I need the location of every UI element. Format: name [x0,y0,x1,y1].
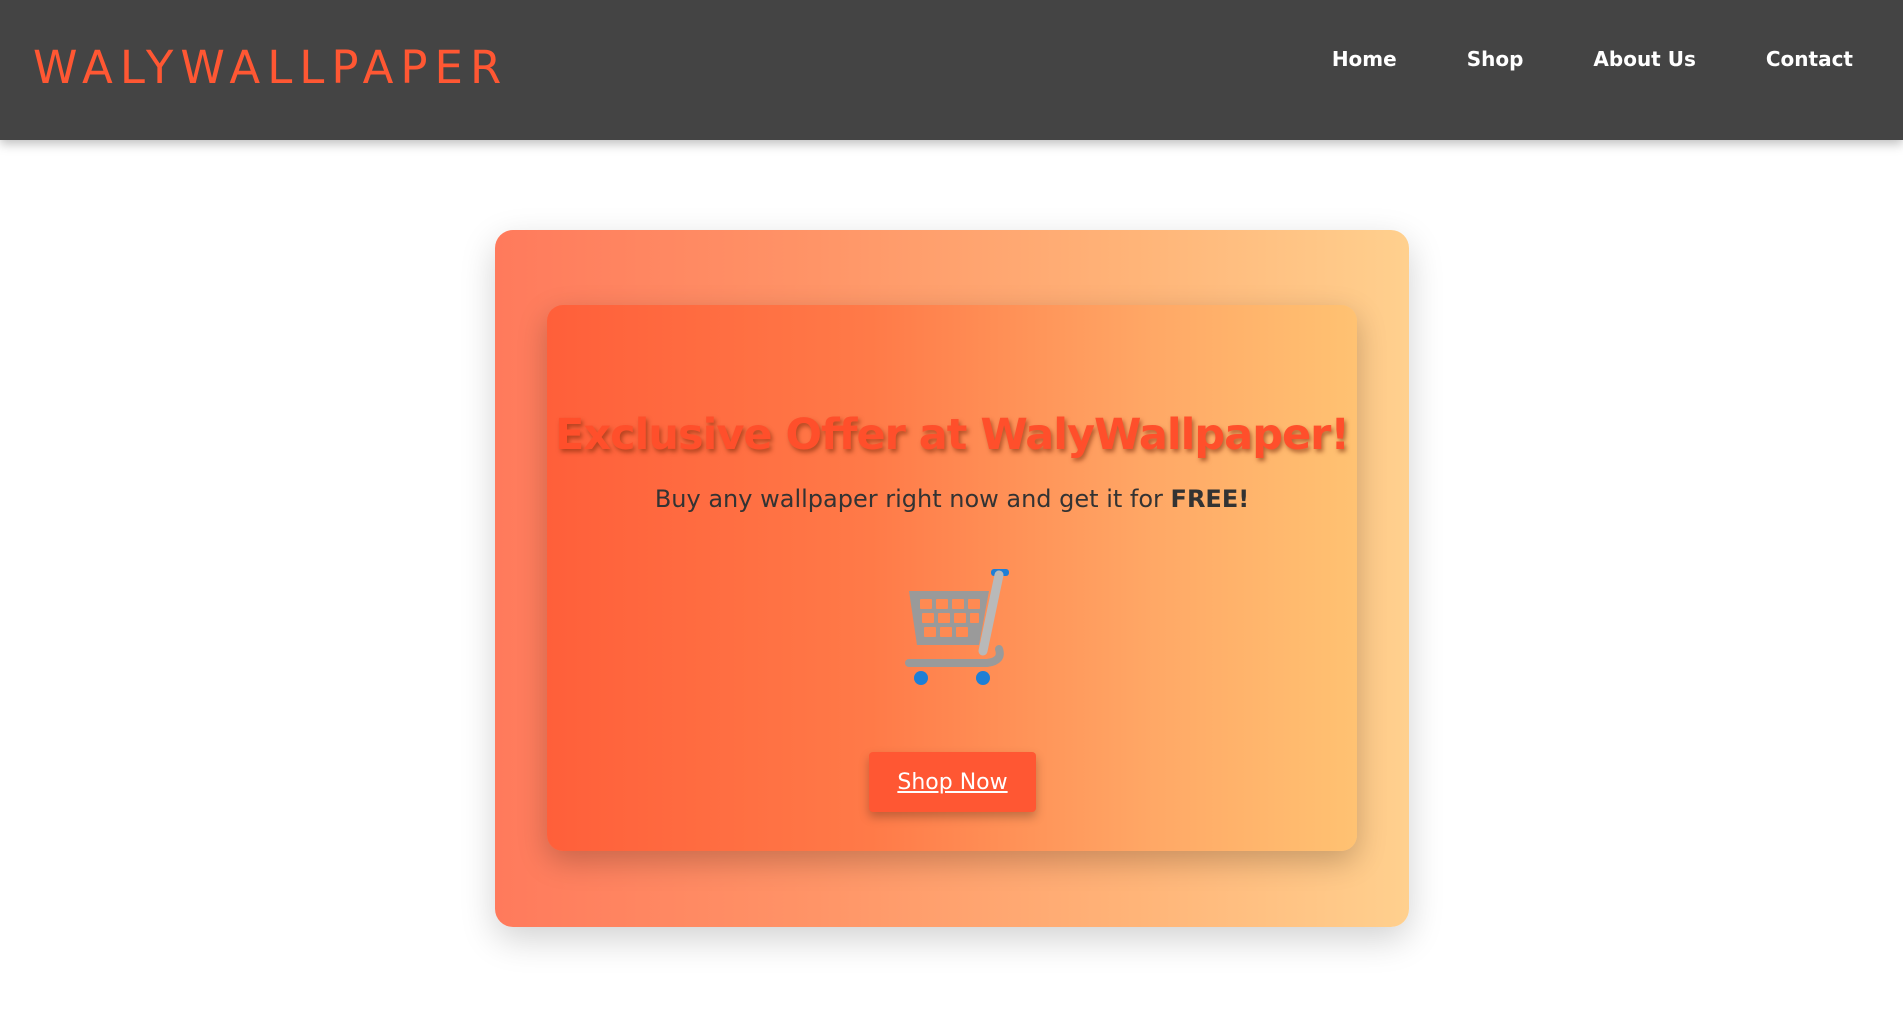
main-nav: Home Shop About Us Contact [1262,47,1853,71]
promo-free-emphasis: FREE! [1170,485,1250,513]
promo-outer-card: Exclusive Offer at WalyWallpaper! Buy an… [495,230,1409,927]
nav-home-link[interactable]: Home [1332,47,1397,71]
promo-headline: Exclusive Offer at WalyWallpaper! [555,410,1350,460]
nav-about-link[interactable]: About Us [1593,47,1695,71]
nav-contact-link[interactable]: Contact [1766,47,1853,71]
nav-shop-link[interactable]: Shop [1467,47,1524,71]
shop-now-button[interactable]: Shop Now [869,752,1036,812]
promo-subtext: Buy any wallpaper right now and get it f… [547,485,1357,513]
site-logo[interactable]: WALYWALLPAPER [33,41,508,94]
promo-subtext-prefix: Buy any wallpaper right now and get it f… [654,485,1171,513]
shopping-cart-icon [887,563,1017,693]
site-header: WALYWALLPAPER Home Shop About Us Contact [0,0,1903,140]
promo-inner-card: Exclusive Offer at WalyWallpaper! Buy an… [547,305,1357,851]
